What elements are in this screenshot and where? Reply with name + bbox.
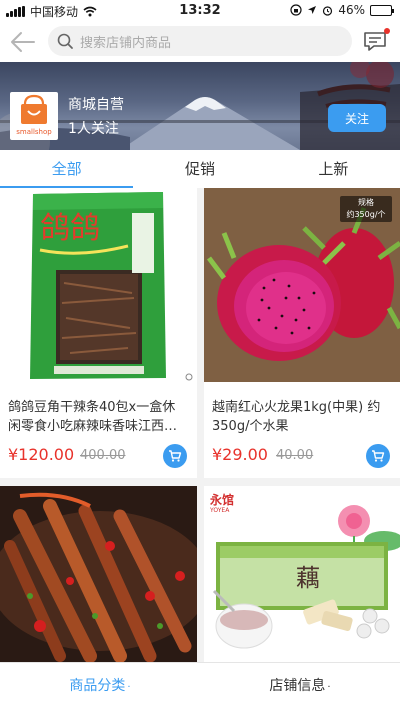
spec-tag: 规格 约350g/个 [340, 196, 392, 222]
header-bar: 搜索店铺内商品 [0, 22, 400, 62]
product-title[interactable]: 鸽鸽豆角干辣条40包x一盒休闲零食小吃麻辣味香味江西… [8, 398, 188, 436]
status-bar: 中国移动 13:32 46% [0, 0, 400, 22]
product-price: ¥120.00 [8, 445, 75, 464]
product-package-text: 藕 [296, 564, 320, 592]
spicy-fish-image [0, 486, 197, 662]
tab-new[interactable]: 上新 [267, 150, 400, 188]
shopping-bag-icon [21, 94, 47, 124]
product-category-button[interactable]: 商品分类 · [0, 663, 200, 710]
location-icon [308, 6, 317, 14]
add-to-cart-button[interactable] [163, 444, 187, 468]
product-original-price: 400.00 [80, 448, 126, 463]
lotus-powder-image: 永馆 YOYEA 藕 [204, 486, 400, 662]
menu-dot-icon: · [127, 682, 131, 693]
search-placeholder: 搜索店铺内商品 [80, 35, 172, 51]
follow-button[interactable]: 关注 [328, 104, 386, 132]
message-button[interactable] [362, 28, 390, 56]
shop-name: 商城自营 [68, 97, 124, 113]
product-image[interactable] [0, 486, 197, 662]
tab-promotion[interactable]: 促销 [133, 150, 266, 188]
product-category-label: 商品分类 [69, 678, 126, 694]
battery-percent: 46% [338, 3, 365, 17]
product-card[interactable]: 鸽鸽 鸽鸽豆角干辣条40包x一盒休闲零食小吃麻辣味香味江西… ¥120.00 4… [0, 188, 197, 478]
product-grid: 鸽鸽 鸽鸽豆角干辣条40包x一盒休闲零食小吃麻辣味香味江西… ¥120.00 4… [0, 188, 400, 662]
shop-info-button[interactable]: 店铺信息 · [200, 663, 400, 710]
shop-logo[interactable]: smallshop [10, 92, 58, 140]
product-card[interactable] [0, 486, 197, 662]
menu-dot-icon: · [327, 682, 331, 693]
status-right: 46% [290, 3, 394, 17]
rotation-lock-icon [290, 4, 302, 16]
product-card[interactable]: 规格 约350g/个 越南红心火龙果1kg(中果) 约350g/个水果 ¥29.… [204, 188, 400, 478]
spec-tag-value: 约350g/个 [346, 210, 386, 219]
product-original-price: 40.00 [276, 448, 314, 463]
product-title[interactable]: 越南红心火龙果1kg(中果) 约350g/个水果 [212, 398, 392, 436]
tab-all[interactable]: 全部 [0, 150, 134, 188]
product-image[interactable]: 规格 约350g/个 [204, 188, 400, 382]
product-tabs: 全部 促销 上新 [0, 150, 400, 188]
spec-tag-label: 规格 [358, 198, 374, 207]
shop-banner: smallshop 商城自营 1人关注 关注 [0, 62, 400, 150]
unread-dot [384, 28, 390, 34]
package-brand-text: 鸽鸽 [40, 211, 100, 246]
product-card[interactable]: 永馆 YOYEA 藕 [204, 486, 400, 662]
bottom-nav: 商品分类 · 店铺信息 · [0, 662, 400, 710]
brand-logo-text: 永馆 [209, 492, 234, 507]
shop-followers: 1人关注 [68, 121, 119, 137]
cart-icon [372, 450, 385, 462]
cart-icon [169, 450, 182, 462]
add-to-cart-button[interactable] [366, 444, 390, 468]
search-input[interactable]: 搜索店铺内商品 [48, 26, 352, 56]
shop-logo-text: smallshop [16, 128, 52, 136]
product-image[interactable]: 永馆 YOYEA 藕 [204, 486, 400, 662]
product-image[interactable]: 鸽鸽 [0, 188, 197, 382]
brand-logo-en: YOYEA [209, 507, 230, 514]
alarm-icon [323, 5, 333, 16]
back-icon[interactable] [8, 28, 38, 56]
battery-icon [370, 4, 394, 16]
search-icon [57, 33, 73, 49]
snack-package-image: 鸽鸽 [0, 188, 197, 382]
app-root: 中国移动 13:32 46% 搜索店铺内商品 smallshop 商城自营 1人… [0, 0, 400, 710]
shop-info-label: 店铺信息 [269, 678, 326, 694]
product-price: ¥29.00 [212, 445, 268, 464]
